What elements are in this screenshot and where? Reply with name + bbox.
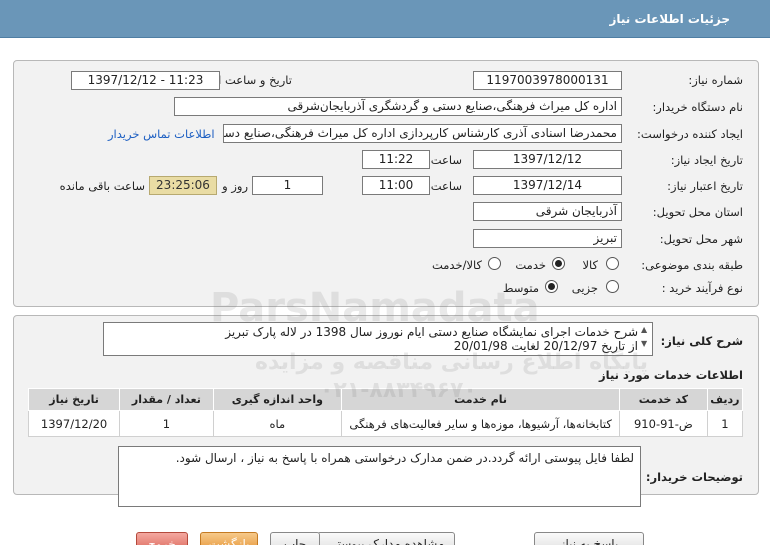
summary-line-1: شرح خدمات اجرای نمایشگاه صنایع دستی ایام… bbox=[225, 325, 638, 339]
category-option-goods: کالا bbox=[582, 258, 598, 272]
category-radio-goods-service[interactable] bbox=[488, 257, 501, 270]
category-radio-goods[interactable] bbox=[606, 257, 619, 270]
valid-time-label: ساعت bbox=[430, 179, 462, 193]
process-label: نوع فرآیند خرید : bbox=[661, 281, 743, 295]
city-label: شهر محل تحویل: bbox=[659, 232, 743, 246]
valid-date-field[interactable]: 1397/12/14 bbox=[473, 176, 622, 195]
need-number-field[interactable]: 1197003978000131 bbox=[473, 71, 622, 90]
col-service-name: نام خدمت bbox=[341, 388, 621, 411]
page-title: جزئیات اطلاعات نیاز bbox=[609, 12, 730, 26]
province-label: استان محل تحویل: bbox=[652, 205, 743, 219]
process-radio-minor[interactable] bbox=[606, 280, 619, 293]
cell-quantity: 1 bbox=[119, 410, 214, 437]
services-table: ردیف کد خدمت نام خدمت واحد اندازه گیری ت… bbox=[27, 388, 744, 437]
cell-service-name: کتابخانه‌ها، آرشیوها، موزه‌ها و سایر فعا… bbox=[341, 410, 621, 437]
category-option-service: خدمت bbox=[515, 258, 546, 272]
created-date-label: تاریخ ایجاد نیاز: bbox=[670, 153, 743, 167]
buyer-org-field[interactable]: اداره کل میراث فرهنگی،صنایع دستی و گردشگ… bbox=[174, 97, 622, 116]
col-row: ردیف bbox=[706, 388, 744, 411]
title-bar: جزئیات اطلاعات نیاز bbox=[0, 0, 770, 38]
respond-button[interactable]: پاسخ به نیاز bbox=[534, 532, 644, 545]
col-need-date: تاریخ نیاز bbox=[27, 388, 121, 411]
remaining-time-badge: 23:25:06 bbox=[149, 176, 217, 195]
summary-line-2: از تاریخ 20/12/97 لغایت 20/01/98 bbox=[453, 339, 638, 353]
category-option-goods-service: کالا/خدمت bbox=[431, 258, 482, 272]
remaining-time-label: ساعت باقی مانده bbox=[59, 179, 145, 193]
col-quantity: تعداد / مقدار bbox=[119, 388, 214, 411]
process-option-medium: متوسط bbox=[502, 281, 539, 295]
days-label: روز و bbox=[222, 179, 248, 193]
valid-time-field[interactable]: 11:00 bbox=[362, 176, 430, 195]
notes-textarea[interactable]: لطفا فایل پیوستی ارائه گردد.در ضمن مدارک… bbox=[118, 446, 641, 507]
cell-unit: ماه bbox=[212, 410, 343, 437]
scroll-up-icon[interactable]: ▲ bbox=[641, 325, 647, 334]
valid-date-label: تاریخ اعتبار نیاز: bbox=[667, 179, 743, 193]
services-section-title: اطلاعات خدمات مورد نیاز bbox=[599, 368, 743, 382]
need-number-label: شماره نیاز: bbox=[688, 73, 743, 87]
buyer-org-label: نام دستگاه خریدار: bbox=[652, 100, 743, 114]
notes-label: توضیحات خریدار: bbox=[645, 470, 743, 484]
announce-field[interactable]: 1397/12/12 - 11:23 bbox=[71, 71, 220, 90]
requester-field[interactable]: محمدرضا اسنادی آذری کارشناس کارپردازی اد… bbox=[223, 124, 622, 143]
days-remaining-field[interactable]: 1 bbox=[252, 176, 323, 195]
col-unit: واحد اندازه گیری bbox=[212, 388, 343, 411]
attachments-button[interactable]: مشاهده مدارک پیوستی (1) bbox=[317, 532, 455, 545]
city-field[interactable]: تبریز bbox=[473, 229, 622, 248]
services-header-row: ردیف کد خدمت نام خدمت واحد اندازه گیری ت… bbox=[27, 388, 744, 411]
process-option-minor: جزیی bbox=[571, 281, 598, 295]
process-radio-medium[interactable] bbox=[545, 280, 558, 293]
print-button[interactable]: چاپ bbox=[270, 532, 320, 545]
created-date-field[interactable]: 1397/12/12 bbox=[473, 150, 622, 169]
cell-row: 1 bbox=[706, 410, 744, 437]
cell-need-date: 1397/12/20 bbox=[27, 410, 121, 437]
table-row[interactable]: 1 ض-91-910 کتابخانه‌ها، آرشیوها، موزه‌ها… bbox=[27, 410, 744, 437]
created-time-label: ساعت bbox=[430, 153, 462, 167]
scroll-down-icon[interactable]: ▼ bbox=[641, 339, 647, 348]
requester-label: ایجاد کننده درخواست: bbox=[637, 127, 743, 141]
back-button[interactable]: بازگشت bbox=[200, 532, 258, 545]
summary-label: شرح کلی نیاز: bbox=[660, 334, 743, 348]
cell-service-code: ض-91-910 bbox=[619, 410, 708, 437]
created-time-field[interactable]: 11:22 bbox=[362, 150, 430, 169]
category-radio-service[interactable] bbox=[552, 257, 565, 270]
contact-buyer-link[interactable]: اطلاعات تماس خریدار bbox=[108, 127, 215, 141]
category-label: طبقه بندی موضوعی: bbox=[641, 258, 743, 272]
exit-button[interactable]: خروج bbox=[136, 532, 188, 545]
col-service-code: کد خدمت bbox=[619, 388, 708, 411]
province-field[interactable]: آذربایجان شرقی bbox=[473, 202, 622, 221]
summary-textarea[interactable]: شرح خدمات اجرای نمایشگاه صنایع دستی ایام… bbox=[103, 322, 653, 356]
